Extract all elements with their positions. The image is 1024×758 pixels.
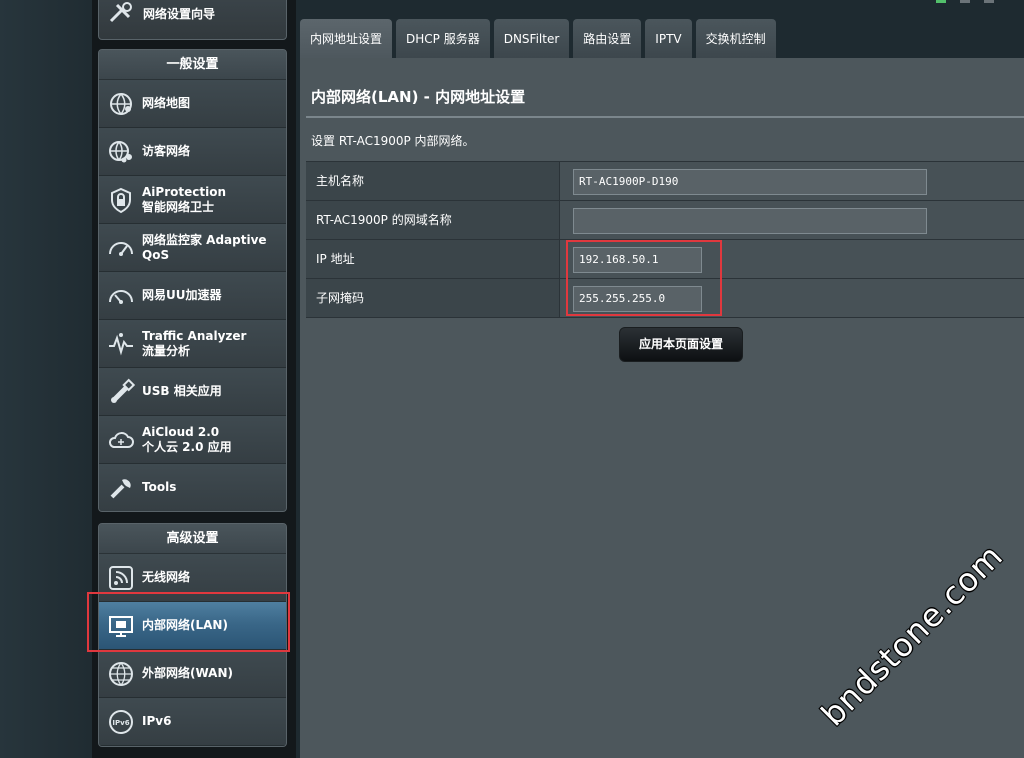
sidebar-item-label: USB 相关应用: [142, 384, 222, 398]
usb-icon: [111, 378, 135, 403]
wan-globe-icon: [109, 661, 133, 686]
sidebar-item-wan-globe[interactable]: 外部网络(WAN): [99, 650, 286, 698]
hostname-input[interactable]: RT-AC1900P-D190: [573, 169, 927, 195]
sidebar-item-label: 外部网络(WAN): [142, 666, 233, 680]
general-settings-menu: 一般设置 网络地图访客网络 AiProtection 智能网络卫士网络监控家 Ad…: [98, 49, 287, 512]
aiprotection-icon: [111, 187, 131, 213]
lan-menu-highlight: [87, 592, 290, 652]
status-indicators: [922, 0, 994, 3]
wizard-tools-icon: [109, 2, 132, 23]
uu-accelerator-icon: [109, 289, 133, 304]
quick-setup-wizard[interactable]: 网络设置向导: [98, 0, 287, 40]
advanced-settings-title: 高级设置: [99, 524, 286, 554]
ipv6-icon: IPv6: [109, 709, 133, 734]
ip-address-label: IP 地址: [306, 240, 560, 278]
general-settings-title: 一般设置: [99, 50, 286, 80]
sidebar-item-ipv6[interactable]: IPv6 IPv6: [99, 698, 286, 746]
network-map-icon: [110, 92, 132, 115]
sidebar-item-label: 无线网络: [142, 570, 191, 584]
form-row-hostname: 主机名称 RT-AC1900P-D190: [306, 162, 1024, 201]
sidebar-item-traffic-analyzer[interactable]: Traffic Analyzer 流量分析: [99, 320, 286, 368]
ip-fields-highlight: [566, 240, 722, 316]
sidebar-item-label: IPv6: [142, 714, 172, 728]
sidebar-item-label: 访客网络: [142, 144, 191, 158]
sidebar-item-label: 网易UU加速器: [142, 288, 222, 302]
page-description: 设置 RT-AC1900P 内部网络。: [311, 134, 475, 148]
tools-icon: [110, 478, 131, 498]
sidebar-item-label: 网络监控家 Adaptive QoS: [142, 232, 267, 262]
domain-name-label: RT-AC1900P 的网域名称: [306, 201, 560, 239]
form-row-domain: RT-AC1900P 的网域名称: [306, 201, 1024, 240]
sidebar-item-usb[interactable]: USB 相关应用: [99, 368, 286, 416]
sidebar-item-label: Tools: [142, 480, 177, 494]
sidebar-item-qos-gauge[interactable]: 网络监控家 Adaptive QoS: [99, 224, 286, 272]
sidebar-item-network-map[interactable]: 网络地图: [99, 80, 286, 128]
sidebar-item-uu-accelerator[interactable]: 网易UU加速器: [99, 272, 286, 320]
tab-bar: 内网地址设置 DHCP 服务器 DNSFilter 路由设置 IPTV 交换机控制: [300, 19, 780, 60]
subnet-mask-label: 子网掩码: [306, 279, 560, 317]
apply-button[interactable]: 应用本页面设置: [619, 327, 743, 362]
background-strip: [0, 0, 92, 758]
tab-0[interactable]: 内网地址设置: [300, 19, 393, 60]
guest-network-icon: [109, 140, 132, 162]
sidebar-item-label: Traffic Analyzer 流量分析: [142, 328, 247, 358]
hostname-label: 主机名称: [306, 162, 560, 200]
tab-4[interactable]: IPTV: [645, 19, 692, 60]
wireless-icon: [109, 565, 133, 590]
sidebar-item-label: AiProtection 智能网络卫士: [142, 184, 226, 214]
traffic-analyzer-icon: [109, 332, 133, 356]
sidebar-item-aiprotection[interactable]: AiProtection 智能网络卫士: [99, 176, 286, 224]
aicloud-icon: [108, 431, 134, 448]
sidebar-item-aicloud[interactable]: AiCloud 2.0 个人云 2.0 应用: [99, 416, 286, 464]
svg-text:IPv6: IPv6: [112, 719, 129, 727]
title-divider: [306, 116, 1024, 118]
domain-name-input[interactable]: [573, 208, 927, 234]
sidebar-item-tools[interactable]: Tools: [99, 464, 286, 511]
tab-5[interactable]: 交换机控制: [695, 19, 776, 60]
sidebar-item-guest-network[interactable]: 访客网络: [99, 128, 286, 176]
tab-1[interactable]: DHCP 服务器: [396, 19, 490, 60]
tab-3[interactable]: 路由设置: [573, 19, 642, 60]
sidebar-item-label: AiCloud 2.0 个人云 2.0 应用: [142, 424, 232, 454]
tab-2[interactable]: DNSFilter: [493, 19, 570, 60]
sidebar-item-label: 网络地图: [142, 96, 191, 110]
page-title: 内部网络(LAN) - 内网地址设置: [311, 88, 526, 106]
wizard-label: 网络设置向导: [143, 6, 216, 21]
qos-gauge-icon: [109, 241, 133, 256]
